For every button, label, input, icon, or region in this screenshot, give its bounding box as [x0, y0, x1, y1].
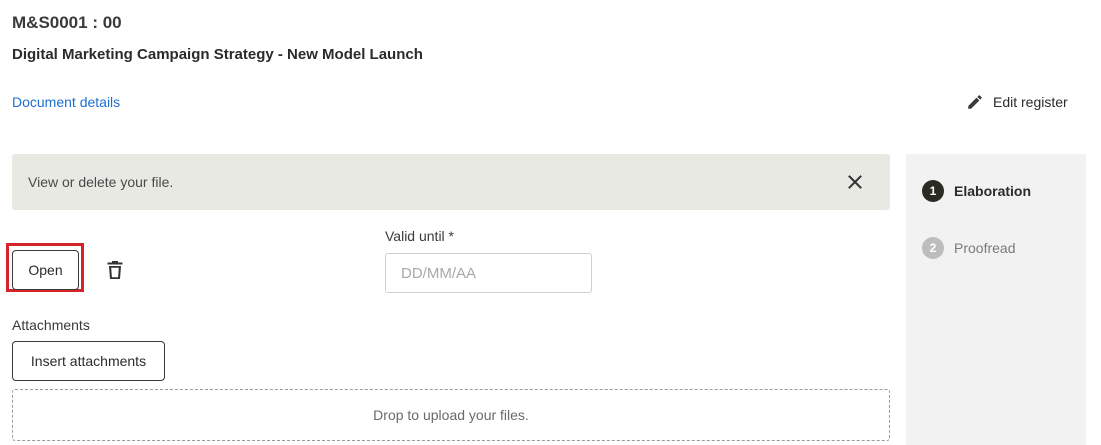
pencil-icon: [966, 93, 984, 111]
info-banner: View or delete your file.: [12, 154, 890, 210]
step-number-badge: 1: [922, 180, 944, 202]
info-banner-text: View or delete your file.: [28, 174, 174, 190]
attachments-label: Attachments: [12, 317, 90, 333]
file-dropzone[interactable]: Drop to upload your files.: [12, 389, 890, 441]
valid-until-label: Valid until *: [385, 228, 455, 244]
valid-until-date-input[interactable]: [385, 253, 592, 293]
step-label: Elaboration: [954, 183, 1032, 199]
close-icon[interactable]: [846, 173, 864, 191]
document-details-link[interactable]: Document details: [12, 94, 120, 110]
dropzone-text: Drop to upload your files.: [373, 407, 529, 423]
open-file-button[interactable]: Open: [12, 250, 79, 290]
document-title: Digital Marketing Campaign Strategy - Ne…: [12, 46, 423, 63]
step-number-badge: 2: [922, 237, 944, 259]
document-code: M&S0001 : 00: [12, 13, 122, 32]
edit-register-button[interactable]: Edit register: [966, 91, 1068, 113]
document-page: M&S0001 : 00 Digital Marketing Campaign …: [0, 0, 1101, 445]
workflow-panel: 1 Elaboration 2 Proofread: [906, 154, 1086, 445]
insert-attachments-button[interactable]: Insert attachments: [12, 341, 165, 381]
workflow-step-elaboration[interactable]: 1 Elaboration: [922, 180, 1031, 202]
step-label: Proofread: [954, 240, 1016, 256]
workflow-step-proofread[interactable]: 2 Proofread: [922, 237, 1015, 259]
trash-icon[interactable]: [106, 260, 124, 280]
edit-register-label: Edit register: [993, 94, 1068, 110]
